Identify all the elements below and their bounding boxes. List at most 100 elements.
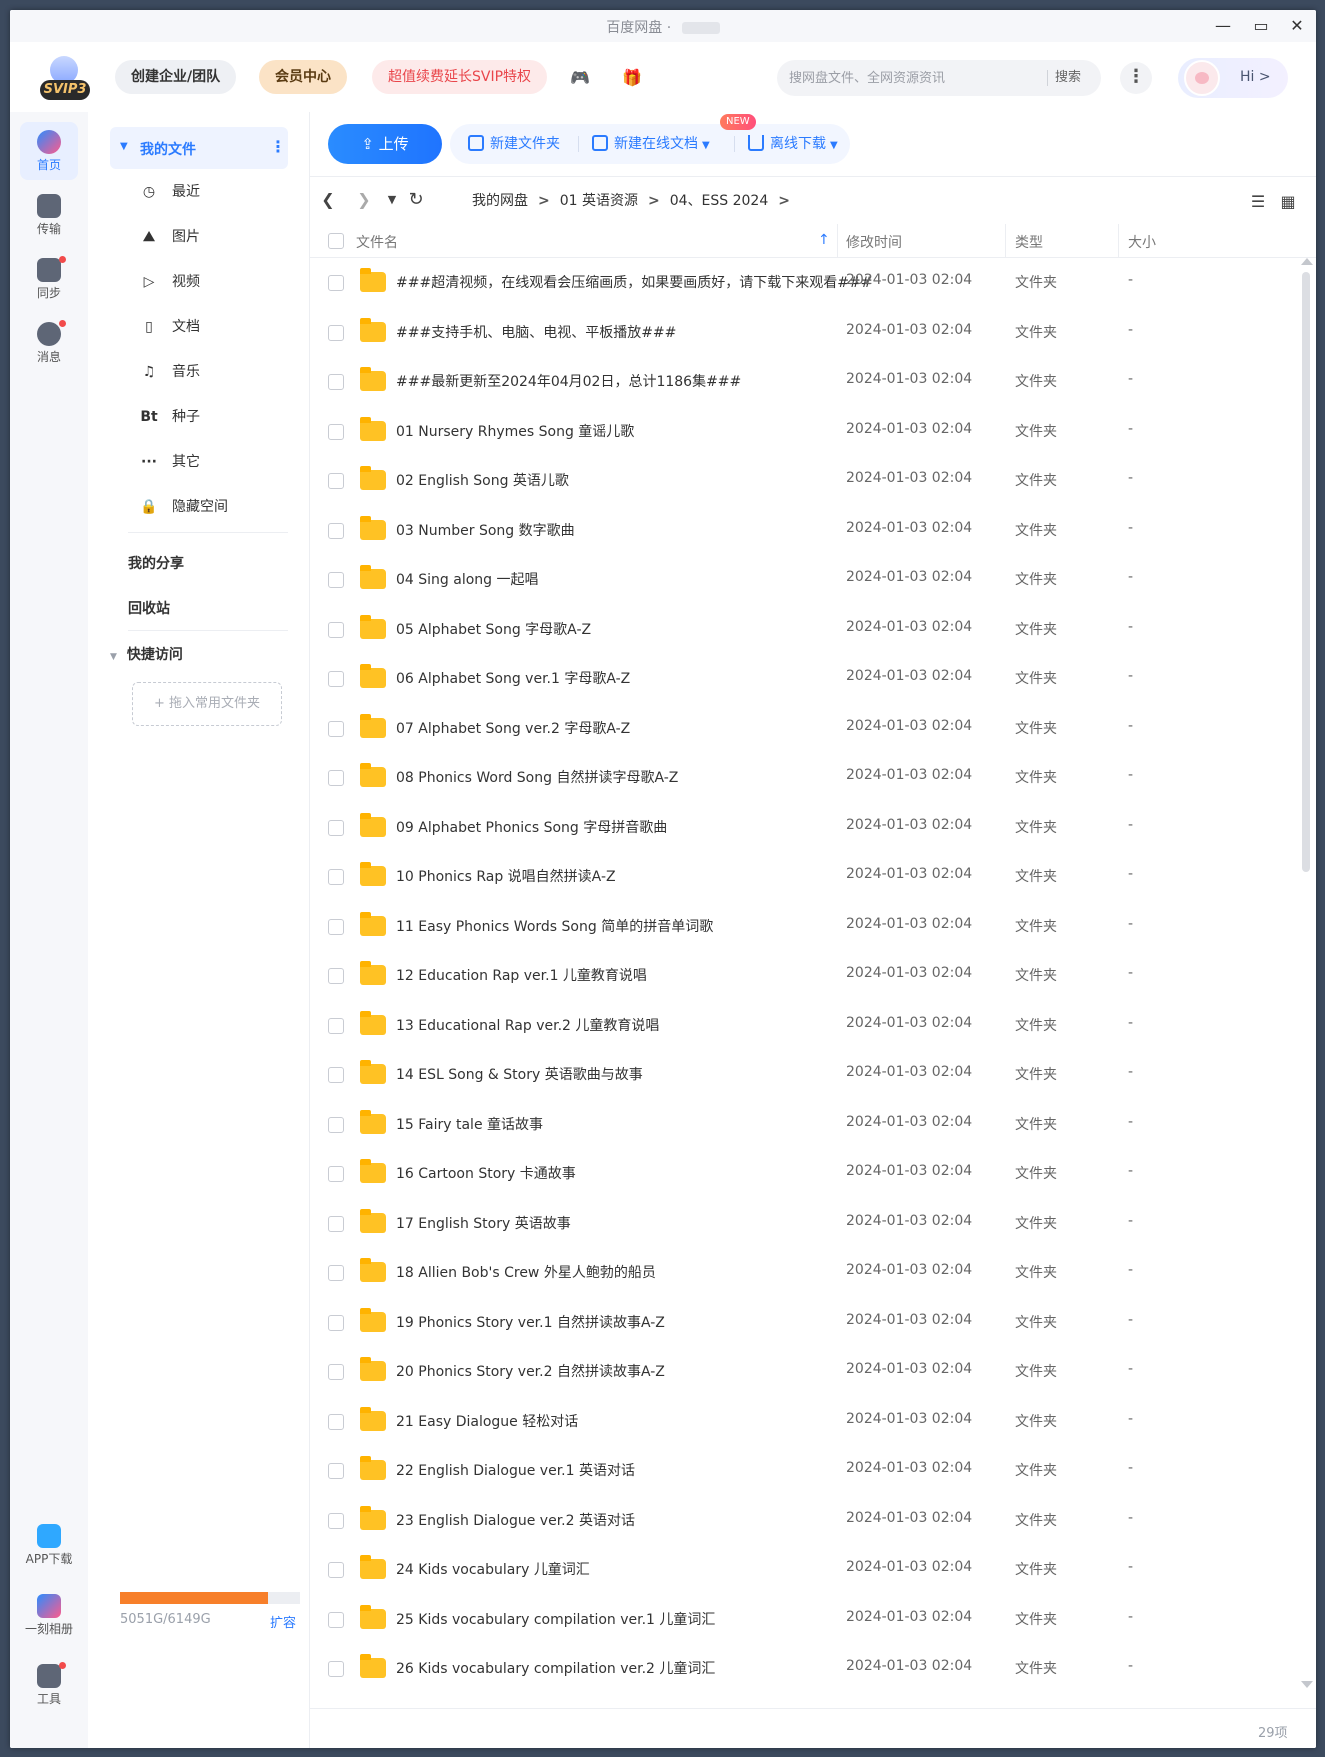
- file-name[interactable]: 01 Nursery Rhymes Song 童谣儿歌: [396, 421, 634, 441]
- row-checkbox[interactable]: [328, 1265, 344, 1281]
- row-checkbox[interactable]: [328, 1661, 344, 1677]
- row-checkbox[interactable]: [328, 572, 344, 588]
- file-name[interactable]: 10 Phonics Rap 说唱自然拼读A-Z: [396, 866, 616, 886]
- forward-icon[interactable]: ❯: [354, 188, 374, 212]
- file-name[interactable]: 13 Educational Rap ver.2 儿童教育说唱: [396, 1015, 659, 1035]
- file-name[interactable]: 05 Alphabet Song 字母歌A-Z: [396, 619, 591, 639]
- row-checkbox[interactable]: [328, 869, 344, 885]
- svip-promo-button[interactable]: 超值续费延长SVIP特权: [372, 60, 548, 94]
- row-checkbox[interactable]: [328, 1116, 344, 1133]
- row-checkbox[interactable]: [328, 621, 344, 638]
- row-checkbox[interactable]: [328, 324, 344, 341]
- table-row[interactable]: 15 Fairy tale 童话故事 2024-01-03 02:04 文件夹 -: [310, 1100, 1290, 1150]
- sidebar-my-share[interactable]: 我的分享: [128, 553, 184, 573]
- create-team-button[interactable]: 创建企业/团队: [115, 60, 237, 94]
- table-row[interactable]: 24 Kids vocabulary 儿童词汇 2024-01-03 02:04 文…: [310, 1545, 1290, 1595]
- vertical-scrollbar[interactable]: [1300, 258, 1313, 1688]
- user-profile-button[interactable]: Hi >: [1178, 58, 1288, 98]
- quick-access-header[interactable]: ▼ 快捷访问: [110, 644, 183, 664]
- file-name[interactable]: 08 Phonics Word Song 自然拼读字母歌A-Z: [396, 767, 678, 787]
- rail-tools[interactable]: 工具: [20, 1656, 78, 1714]
- row-checkbox[interactable]: [328, 968, 344, 984]
- row-checkbox[interactable]: [328, 423, 344, 440]
- new-online-doc-button[interactable]: 新建在线文档 ▼: [592, 124, 710, 164]
- gift-icon[interactable]: 🎁: [622, 68, 642, 88]
- table-row[interactable]: 18 Allien Bob's Crew 外星人鲍勃的船员 2024-01-03 …: [310, 1248, 1290, 1298]
- row-checkbox[interactable]: [328, 1562, 344, 1578]
- table-row[interactable]: 07 Alphabet Song ver.2 字母歌A-Z 2024-01-03 …: [310, 704, 1290, 754]
- table-row[interactable]: 02 English Song 英语儿歌 2024-01-03 02:04 文件夹 -: [310, 456, 1290, 506]
- table-row[interactable]: 06 Alphabet Song ver.1 字母歌A-Z 2024-01-03 …: [310, 654, 1290, 704]
- close-button[interactable]: ✕: [1282, 14, 1312, 38]
- row-checkbox[interactable]: [328, 1215, 344, 1232]
- row-checkbox[interactable]: [328, 1166, 344, 1182]
- breadcrumb-item[interactable]: 我的网盘: [472, 193, 528, 209]
- file-name[interactable]: 19 Phonics Story ver.1 自然拼读故事A-Z: [396, 1312, 665, 1332]
- table-row[interactable]: 10 Phonics Rap 说唱自然拼读A-Z 2024-01-03 02:04…: [310, 852, 1290, 902]
- file-name[interactable]: 20 Phonics Story ver.2 自然拼读故事A-Z: [396, 1361, 665, 1381]
- table-row[interactable]: 22 English Dialogue ver.1 英语对话 2024-01-03…: [310, 1446, 1290, 1496]
- table-row[interactable]: 08 Phonics Word Song 自然拼读字母歌A-Z 2024-01-0…: [310, 753, 1290, 803]
- sidebar-item-torrents[interactable]: Bt 种子: [138, 403, 288, 431]
- sidebar-item-music[interactable]: ♫ 音乐: [138, 358, 288, 386]
- table-row[interactable]: 11 Easy Phonics Words Song 简单的拼音单词歌 2024-…: [310, 902, 1290, 952]
- file-name[interactable]: 02 English Song 英语儿歌: [396, 470, 569, 490]
- file-name[interactable]: 22 English Dialogue ver.1 英语对话: [396, 1460, 635, 1480]
- file-name[interactable]: 25 Kids vocabulary compilation ver.1 儿童词…: [396, 1609, 715, 1629]
- file-name[interactable]: ###最新更新至2024年04月02日，总计1186集###: [396, 371, 741, 391]
- row-checkbox[interactable]: [328, 1463, 344, 1479]
- table-row[interactable]: 14 ESL Song & Story 英语歌曲与故事 2024-01-03 02…: [310, 1050, 1290, 1100]
- expand-storage-link[interactable]: 扩容: [270, 1612, 296, 1631]
- more-menu-icon[interactable]: ⋮: [1120, 62, 1152, 94]
- svip-logo[interactable]: SVIP3: [38, 56, 90, 102]
- file-name[interactable]: 12 Education Rap ver.1 儿童教育说唱: [396, 965, 647, 985]
- file-name[interactable]: 14 ESL Song & Story 英语歌曲与故事: [396, 1064, 643, 1084]
- select-all-checkbox[interactable]: [328, 233, 344, 249]
- grid-view-icon[interactable]: ▦: [1278, 192, 1298, 212]
- table-row[interactable]: 17 English Story 英语故事 2024-01-03 02:04 文件夹…: [310, 1199, 1290, 1249]
- row-checkbox[interactable]: [328, 1364, 344, 1380]
- game-icon[interactable]: 🎮: [570, 68, 590, 88]
- file-name[interactable]: 15 Fairy tale 童话故事: [396, 1114, 543, 1134]
- back-icon[interactable]: ❮: [318, 188, 338, 212]
- table-row[interactable]: 04 Sing along 一起唱 2024-01-03 02:04 文件夹 -: [310, 555, 1290, 605]
- scroll-down-arrow-icon[interactable]: [1301, 1681, 1313, 1688]
- new-folder-button[interactable]: 新建文件夹: [468, 124, 560, 164]
- sidebar-item-other[interactable]: ··· 其它: [138, 448, 288, 476]
- sidebar-item-documents[interactable]: ▯ 文档: [138, 313, 288, 341]
- row-checkbox[interactable]: [328, 720, 344, 737]
- quick-access-drop-zone[interactable]: + 拖入常用文件夹: [132, 682, 282, 726]
- breadcrumb-item[interactable]: 04、ESS 2024: [670, 193, 769, 209]
- refresh-icon[interactable]: ↻: [406, 188, 426, 212]
- table-row[interactable]: 09 Alphabet Phonics Song 字母拼音歌曲 2024-01-0…: [310, 803, 1290, 853]
- rail-album[interactable]: 一刻相册: [20, 1586, 78, 1644]
- table-row[interactable]: 26 Kids vocabulary compilation ver.2 儿童词…: [310, 1644, 1290, 1694]
- more-options-icon[interactable]: ⋮: [270, 137, 286, 156]
- sort-ascending-icon[interactable]: ↑: [818, 232, 830, 248]
- sidebar-my-files[interactable]: ▼ 我的文件 ⋮: [110, 127, 288, 169]
- file-name[interactable]: ###支持手机、电脑、电视、平板播放###: [396, 322, 676, 342]
- file-name[interactable]: 03 Number Song 数字歌曲: [396, 520, 575, 540]
- history-dropdown-icon[interactable]: ▼: [382, 188, 402, 212]
- table-row[interactable]: 05 Alphabet Song 字母歌A-Z 2024-01-03 02:04 文…: [310, 605, 1290, 655]
- sort-list-icon[interactable]: ☰: [1248, 192, 1268, 212]
- row-checkbox[interactable]: [328, 275, 344, 291]
- row-checkbox[interactable]: [328, 1067, 344, 1083]
- search-button[interactable]: 搜索: [1055, 60, 1081, 96]
- row-checkbox[interactable]: [328, 522, 344, 539]
- maximize-button[interactable]: ▭: [1246, 14, 1276, 38]
- scrollbar-thumb[interactable]: [1302, 272, 1310, 872]
- file-name[interactable]: 11 Easy Phonics Words Song 简单的拼音单词歌: [396, 916, 713, 936]
- file-name[interactable]: 16 Cartoon Story 卡通故事: [396, 1163, 576, 1183]
- table-row[interactable]: 13 Educational Rap ver.2 儿童教育说唱 2024-01-0…: [310, 1001, 1290, 1051]
- sidebar-item-recent[interactable]: ◷ 最近: [138, 178, 288, 206]
- file-name[interactable]: 21 Easy Dialogue 轻松对话: [396, 1411, 578, 1431]
- table-row[interactable]: 19 Phonics Story ver.1 自然拼读故事A-Z 2024-01-…: [310, 1298, 1290, 1348]
- upload-button[interactable]: ⇪ 上传: [328, 124, 442, 164]
- file-name[interactable]: 24 Kids vocabulary 儿童词汇: [396, 1559, 590, 1579]
- table-row[interactable]: 21 Easy Dialogue 轻松对话 2024-01-03 02:04 文件夹…: [310, 1397, 1290, 1447]
- table-row[interactable]: 01 Nursery Rhymes Song 童谣儿歌 2024-01-03 02…: [310, 407, 1290, 457]
- file-name[interactable]: 18 Allien Bob's Crew 外星人鲍勃的船员: [396, 1262, 656, 1282]
- row-checkbox[interactable]: [328, 1413, 344, 1430]
- row-checkbox[interactable]: [328, 473, 344, 489]
